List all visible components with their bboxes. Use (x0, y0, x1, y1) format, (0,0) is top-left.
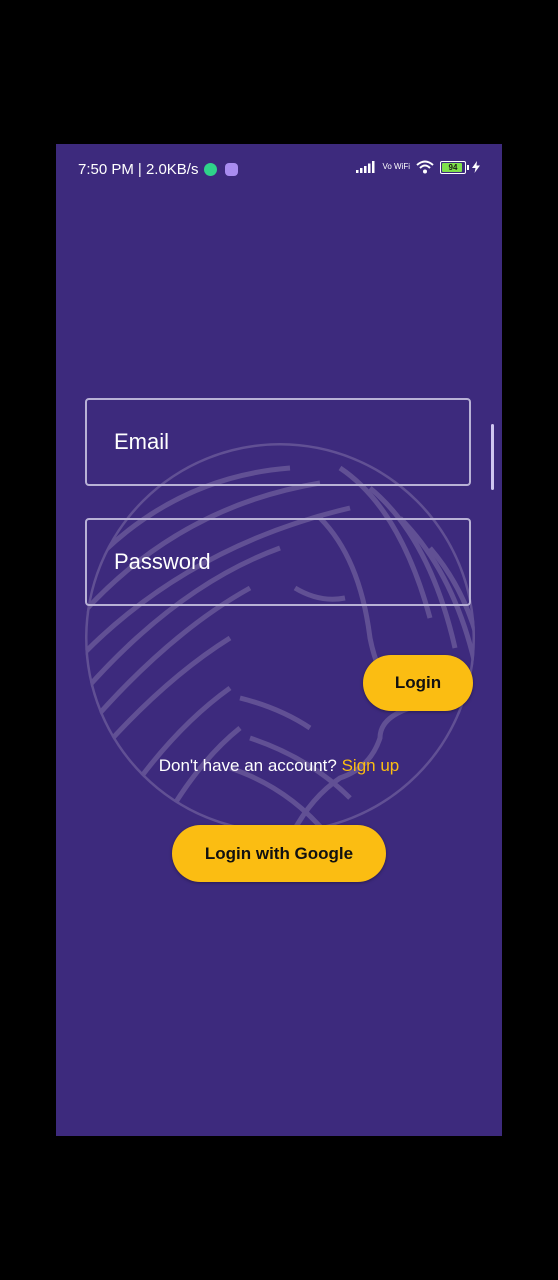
signup-prompt: Don't have an account? (158, 756, 337, 775)
status-bar: 7:50 PM | 2.0KB/s Vo WiFi 94 (56, 144, 502, 196)
charging-icon (472, 161, 480, 173)
password-field[interactable]: Password (85, 518, 471, 606)
battery-level: 94 (448, 162, 458, 172)
app-notification-icon (204, 163, 218, 176)
email-field[interactable]: Email (85, 398, 471, 486)
signup-row: Don't have an account? Sign up (56, 756, 502, 776)
google-login-button[interactable]: Login with Google (172, 825, 386, 882)
signup-link[interactable]: Sign up (342, 756, 400, 775)
wifi-icon (416, 160, 434, 174)
status-left: 7:50 PM | 2.0KB/s (78, 161, 239, 178)
status-right: Vo WiFi 94 (356, 160, 480, 174)
app-notification-icon-2 (225, 163, 239, 176)
scrollbar[interactable] (491, 424, 494, 490)
battery-icon: 94 (440, 160, 469, 174)
status-speed: | 2.0KB/s (137, 161, 199, 178)
login-button[interactable]: Login (363, 655, 473, 711)
login-screen: 7:50 PM | 2.0KB/s Vo WiFi 94 Email Passw… (56, 144, 502, 1136)
signal-icon (356, 161, 375, 173)
vowifi-label: Vo WiFi (382, 162, 410, 171)
brand-logo-watermark (85, 443, 475, 833)
email-placeholder: Email (114, 429, 170, 454)
password-placeholder: Password (114, 549, 211, 574)
status-time: 7:50 PM (78, 161, 134, 178)
